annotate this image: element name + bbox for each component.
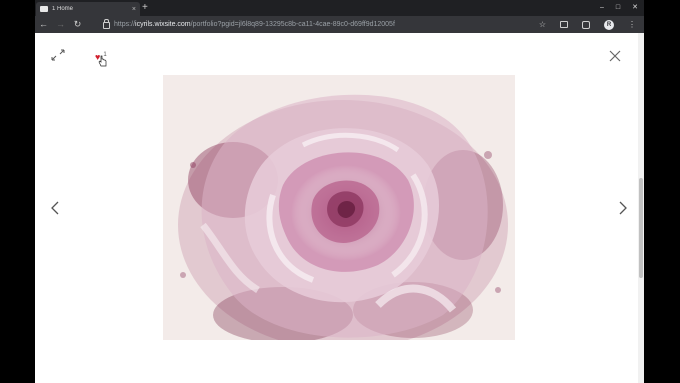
menu-icon[interactable]: ⋮ <box>628 20 636 29</box>
close-icon[interactable] <box>608 49 622 63</box>
minimize-button[interactable]: – <box>600 2 604 14</box>
reload-button[interactable]: ↻ <box>69 16 86 33</box>
page-scrollbar[interactable] <box>638 33 644 383</box>
lock-icon <box>103 19 110 29</box>
url-host: icyrils.wixsite.com <box>135 21 191 28</box>
forward-button[interactable]: → <box>52 16 69 33</box>
url-scheme: https:// <box>114 21 136 28</box>
profile-avatar[interactable]: R <box>604 19 614 30</box>
expand-icon[interactable] <box>51 49 65 61</box>
browser-tab[interactable]: 1 Home × <box>36 2 140 16</box>
chevron-left-icon[interactable] <box>50 200 60 216</box>
url-text: https://icyrils.wixsite.com/portfolio?pg… <box>114 21 395 28</box>
tab-title: 1 Home <box>52 6 74 12</box>
window-close-button[interactable]: ✕ <box>632 2 638 14</box>
chevron-right-icon[interactable] <box>618 200 628 216</box>
address-bar[interactable]: https://icyrils.wixsite.com/portfolio?pg… <box>99 18 540 31</box>
maximize-button[interactable]: □ <box>616 2 620 14</box>
rose-photo <box>163 75 515 340</box>
scrollbar-thumb[interactable] <box>639 178 643 278</box>
page-viewport: ♥ 1 <box>35 33 644 383</box>
collections-icon[interactable] <box>582 20 590 29</box>
extension-icon[interactable] <box>560 21 568 28</box>
star-icon[interactable]: ☆ <box>539 20 546 29</box>
favicon-icon <box>40 6 48 12</box>
new-tab-button[interactable]: + <box>142 2 148 14</box>
window-controls: – □ ✕ <box>600 2 638 14</box>
browser-toolbar: ← → ↻ https://icyrils.wixsite.com/portfo… <box>35 16 644 33</box>
tab-strip: 1 Home × + – □ ✕ <box>35 0 644 16</box>
browser-chrome: 1 Home × + – □ ✕ ← → ↻ https://icyrils.w… <box>35 0 644 33</box>
tab-close-icon[interactable]: × <box>132 6 136 13</box>
rose-watercolor-image <box>163 75 515 340</box>
url-path: /portfolio?pgid=jl6l8q89-13295c8b-ca11-4… <box>190 21 395 28</box>
back-button[interactable]: ← <box>35 16 52 33</box>
toolbar-actions: ☆ R ⋮ <box>539 16 636 33</box>
hand-cursor-icon <box>98 55 107 67</box>
